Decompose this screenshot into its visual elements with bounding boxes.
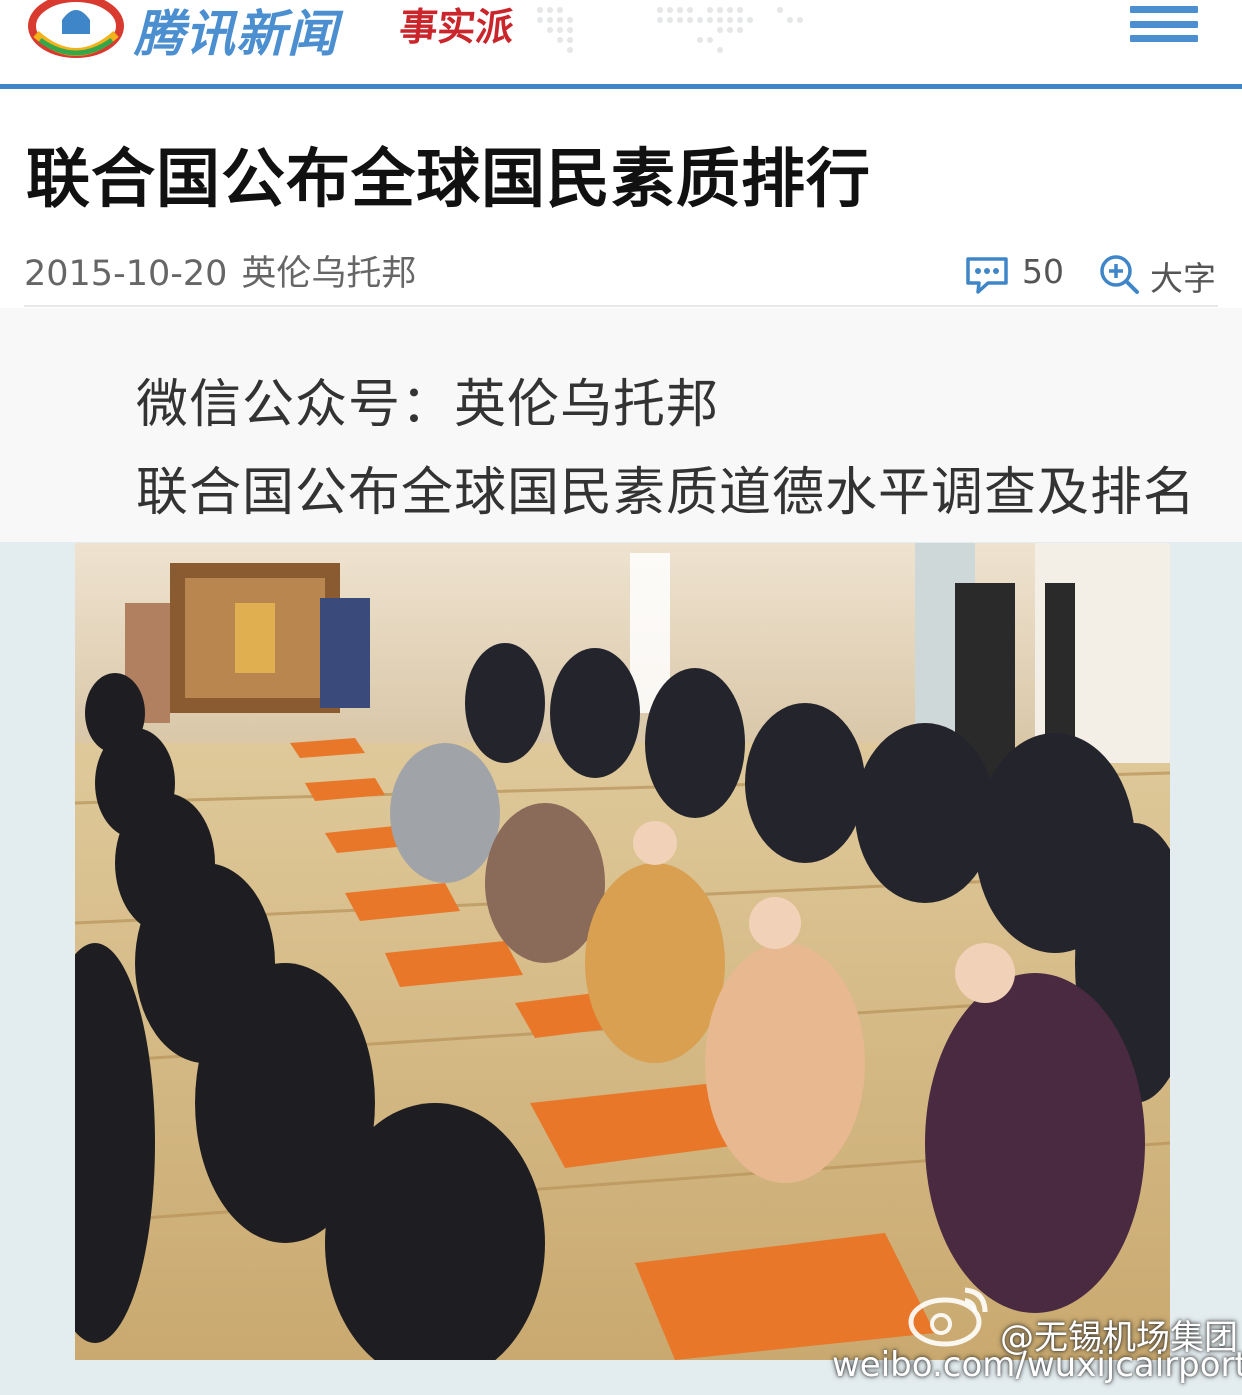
font-size-toggle[interactable]: 大字 xyxy=(1150,252,1216,300)
weibo-eye-icon xyxy=(908,1287,988,1347)
header-divider xyxy=(0,84,1242,89)
article-source[interactable]: 英伦乌托邦 xyxy=(241,254,416,294)
publish-date: 2015-10-20 xyxy=(24,254,228,294)
body-paragraph: 联合国公布全球国民素质道德水平调查及排名 xyxy=(136,463,1197,523)
comment-count[interactable]: 50 xyxy=(1022,252,1064,291)
world-map-dots-decoration xyxy=(537,7,803,53)
article-photo[interactable] xyxy=(75,543,1170,1360)
app-header: 腾讯新闻 事实派 xyxy=(0,0,1242,84)
hamburger-menu-icon[interactable] xyxy=(1130,0,1202,46)
logo-channel: 事实派 xyxy=(397,4,517,49)
logo-wordmark[interactable]: 腾讯新闻 xyxy=(134,0,338,66)
speech-bubble-icon[interactable] xyxy=(964,255,1010,295)
watermark-url: weibo.com/wuxijcairport xyxy=(832,1345,1242,1385)
article-title: 联合国公布全球国民素质排行 xyxy=(26,143,871,217)
meta-divider xyxy=(24,305,1218,307)
tencent-news-logo-icon[interactable] xyxy=(28,0,124,62)
zoom-in-icon[interactable] xyxy=(1098,253,1140,295)
body-paragraph: 微信公众号：英伦乌托邦 xyxy=(136,375,720,435)
article-meta: 2015-10-20 英伦乌托邦 xyxy=(24,245,416,296)
